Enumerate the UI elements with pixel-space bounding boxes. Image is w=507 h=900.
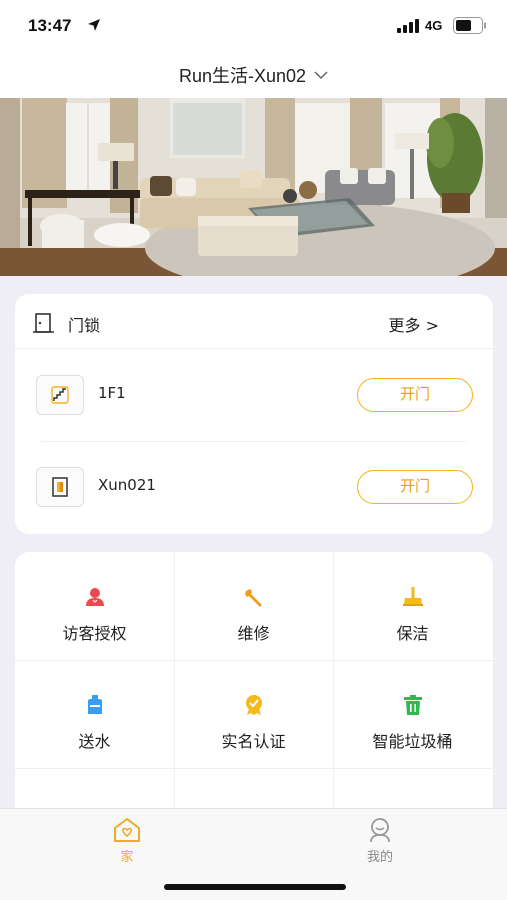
open-door-button[interactable]: 开门 [357, 470, 473, 504]
network-label: 4G [425, 18, 443, 33]
home-icon [114, 818, 140, 842]
lock-name: 1F1 [98, 384, 126, 402]
tab-home[interactable]: 家 [87, 817, 167, 865]
community-selector[interactable]: Run生活-Xun02 [0, 62, 507, 88]
door-lock-header: 门锁 更多 > [15, 294, 493, 349]
service-repair[interactable]: 维修 [174, 552, 333, 660]
lock-item[interactable]: Xun021 开门 [15, 442, 493, 534]
home-banner[interactable] [0, 98, 507, 276]
service-smart-trash[interactable]: 智能垃圾桶 [333, 660, 492, 768]
wrench-icon [245, 589, 262, 607]
water-icon [88, 695, 102, 714]
service-realname-auth[interactable]: 实名认证 [174, 660, 333, 768]
page-title: Run生活-Xun02 [178, 66, 307, 86]
home-indicator [164, 884, 346, 890]
signal-icon [397, 19, 419, 33]
lock-item[interactable]: 1F1 开门 [15, 350, 493, 442]
tab-home-label: 家 [120, 850, 134, 865]
chevron-down-icon [314, 71, 328, 80]
door-lock-title: 门锁 [68, 316, 101, 335]
badge-icon [246, 695, 262, 715]
service-label: 智能垃圾桶 [372, 732, 453, 751]
service-water-delivery[interactable]: 送水 [15, 660, 174, 768]
service-label: 维修 [237, 624, 270, 643]
location-arrow-icon [88, 19, 100, 31]
service-visitor-auth[interactable]: 访客授权 [15, 552, 174, 660]
service-label: 保洁 [396, 624, 429, 643]
door-panel-icon [36, 467, 84, 507]
battery-icon [453, 17, 486, 34]
grid-line [15, 768, 493, 769]
service-label: 访客授权 [62, 624, 127, 643]
stairs-icon [36, 375, 84, 415]
service-label: 送水 [78, 732, 111, 751]
broom-icon [403, 587, 423, 606]
profile-icon [370, 818, 390, 843]
lock-name: Xun021 [98, 476, 156, 494]
status-time: 13:47 [28, 16, 72, 35]
door-icon [33, 313, 54, 333]
trash-icon [404, 695, 422, 715]
open-door-button[interactable]: 开门 [357, 378, 473, 412]
living-room-image [0, 98, 507, 276]
tab-mine[interactable]: 我的 [340, 817, 420, 865]
service-cleaning[interactable]: 保洁 [333, 552, 492, 660]
visitor-icon [86, 588, 104, 606]
services-grid: 访客授权 维修 保洁 送水 实名认证 智能垃圾桶 [15, 552, 493, 812]
door-lock-card: 门锁 更多 > 1F1 开门 Xun021 开门 [15, 294, 493, 534]
nav-bar: Run生活-Xun02 [0, 52, 507, 98]
tab-mine-label: 我的 [366, 850, 393, 865]
more-link[interactable]: 更多 > [389, 312, 440, 336]
service-label: 实名认证 [221, 732, 286, 751]
status-bar: 13:47 4G [0, 0, 507, 52]
